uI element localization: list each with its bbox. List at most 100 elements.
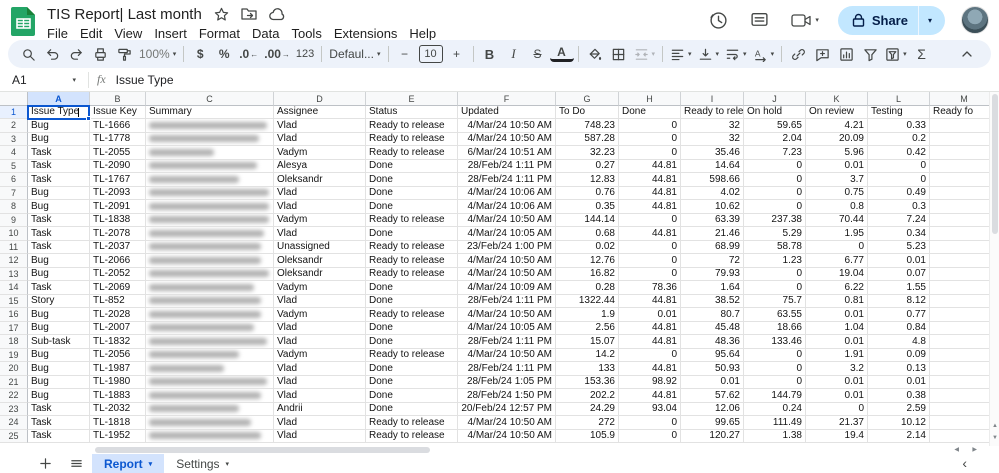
cell-C22[interactable] [146, 389, 274, 403]
cell-E14[interactable]: Done [366, 281, 458, 295]
col-header-G[interactable]: G [556, 92, 619, 106]
cell-G4[interactable]: 32.23 [556, 146, 619, 160]
col-header-B[interactable]: B [90, 92, 146, 106]
cell-G19[interactable]: 14.2 [556, 349, 619, 363]
sheet-tab-report[interactable]: Report▾ [92, 454, 164, 473]
cell-L12[interactable]: 0.01 [868, 254, 930, 268]
insert-link-icon[interactable] [786, 42, 810, 66]
vertical-align-icon[interactable]: ▾ [695, 42, 723, 66]
cell-J12[interactable]: 1.23 [744, 254, 806, 268]
cell-B22[interactable]: TL-1883 [90, 389, 146, 403]
col-header-A[interactable]: A [28, 92, 90, 106]
cell-B24[interactable]: TL-1818 [90, 416, 146, 430]
cell-J20[interactable]: 0 [744, 362, 806, 376]
cell-L19[interactable]: 0.09 [868, 349, 930, 363]
cell-J21[interactable]: 0 [744, 376, 806, 390]
cell-I16[interactable]: 80.7 [681, 308, 744, 322]
cell-G20[interactable]: 133 [556, 362, 619, 376]
cell-I2[interactable]: 32 [681, 119, 744, 133]
cell-H20[interactable]: 44.81 [619, 362, 681, 376]
cell-E18[interactable]: Done [366, 335, 458, 349]
text-rotation-icon[interactable]: A▾ [750, 42, 778, 66]
cell-A6[interactable]: Task [28, 173, 90, 187]
row-header-6[interactable]: 6 [0, 173, 28, 187]
font-selector[interactable]: Defaul...▾ [326, 42, 383, 66]
col-header-K[interactable]: K [806, 92, 868, 106]
sheet-tab-caret-icon[interactable]: ▾ [149, 460, 153, 468]
cell-G5[interactable]: 0.27 [556, 160, 619, 174]
cell-F7[interactable]: 4/Mar/24 10:06 AM [458, 187, 556, 201]
cell-E6[interactable]: Done [366, 173, 458, 187]
cell-D12[interactable]: Oleksandr [274, 254, 366, 268]
scroll-up-icon[interactable]: ▲ [990, 420, 999, 432]
cell-I19[interactable]: 95.64 [681, 349, 744, 363]
cell-F10[interactable]: 4/Mar/24 10:05 AM [458, 227, 556, 241]
create-filter-icon[interactable] [858, 42, 882, 66]
cell-K3[interactable]: 20.09 [806, 133, 868, 147]
cell-H22[interactable]: 44.81 [619, 389, 681, 403]
redo-icon[interactable] [64, 42, 88, 66]
cell-D22[interactable]: Vlad [274, 389, 366, 403]
cell-H13[interactable]: 0 [619, 268, 681, 282]
cell-G15[interactable]: 1322.44 [556, 295, 619, 309]
cell-E11[interactable]: Ready to release [366, 241, 458, 255]
row-header-5[interactable]: 5 [0, 160, 28, 174]
cell-K7[interactable]: 0.75 [806, 187, 868, 201]
cell-H6[interactable]: 44.81 [619, 173, 681, 187]
cell-D6[interactable]: Oleksandr [274, 173, 366, 187]
format-currency-icon[interactable]: $ [188, 42, 212, 66]
col-header-C[interactable]: C [146, 92, 274, 106]
sheets-logo-icon[interactable] [10, 6, 37, 36]
scroll-down-icon[interactable]: ▼ [990, 432, 999, 444]
cell-A19[interactable]: Bug [28, 349, 90, 363]
row-header-1[interactable]: 1 [0, 106, 28, 120]
cell-I21[interactable]: 0.01 [681, 376, 744, 390]
row-header-23[interactable]: 23 [0, 403, 28, 417]
cell-E15[interactable]: Done [366, 295, 458, 309]
cell-J9[interactable]: 237.38 [744, 214, 806, 228]
cell-C18[interactable] [146, 335, 274, 349]
text-color-button[interactable]: A [550, 47, 574, 62]
cell-G6[interactable]: 12.83 [556, 173, 619, 187]
cell-J6[interactable]: 0 [744, 173, 806, 187]
cell-H23[interactable]: 93.04 [619, 403, 681, 417]
cell-B11[interactable]: TL-2037 [90, 241, 146, 255]
cell-E12[interactable]: Ready to release [366, 254, 458, 268]
cell-L10[interactable]: 0.34 [868, 227, 930, 241]
cell-H16[interactable]: 0.01 [619, 308, 681, 322]
print-icon[interactable] [88, 42, 112, 66]
cell-B1[interactable]: Issue Key [90, 106, 146, 120]
horizontal-scrollbar-thumb[interactable] [95, 447, 430, 453]
cell-D19[interactable]: Vadym [274, 349, 366, 363]
cell-L3[interactable]: 0.2 [868, 133, 930, 147]
cell-J22[interactable]: 144.79 [744, 389, 806, 403]
cell-A8[interactable]: Bug [28, 200, 90, 214]
cell-A25[interactable]: Task [28, 430, 90, 444]
scroll-left-icon[interactable]: ◀ [954, 446, 959, 453]
cell-B25[interactable]: TL-1952 [90, 430, 146, 444]
cell-D1[interactable]: Assignee [274, 106, 366, 120]
row-header-12[interactable]: 12 [0, 254, 28, 268]
cell-I17[interactable]: 45.48 [681, 322, 744, 336]
cell-A2[interactable]: Bug [28, 119, 90, 133]
cell-C9[interactable] [146, 214, 274, 228]
cell-F11[interactable]: 23/Feb/24 1:00 PM [458, 241, 556, 255]
cell-C15[interactable] [146, 295, 274, 309]
cell-L25[interactable]: 2.14 [868, 430, 930, 444]
cell-K5[interactable]: 0.01 [806, 160, 868, 174]
cell-G13[interactable]: 16.82 [556, 268, 619, 282]
cell-D8[interactable]: Vlad [274, 200, 366, 214]
cell-D5[interactable]: Alesya [274, 160, 366, 174]
side-panel-collapse-icon[interactable]: ‹ [962, 454, 967, 473]
cell-D15[interactable]: Vlad [274, 295, 366, 309]
cell-E20[interactable]: Done [366, 362, 458, 376]
cell-C21[interactable] [146, 376, 274, 390]
cell-D11[interactable]: Unassigned [274, 241, 366, 255]
sheet-tab-caret-icon[interactable]: ▾ [226, 460, 230, 468]
cell-I3[interactable]: 32 [681, 133, 744, 147]
document-title[interactable]: TIS Report| Last month [47, 6, 202, 23]
cell-F19[interactable]: 4/Mar/24 10:50 AM [458, 349, 556, 363]
share-button[interactable]: Share ▾ [838, 6, 945, 35]
cell-I22[interactable]: 57.62 [681, 389, 744, 403]
cell-L16[interactable]: 0.77 [868, 308, 930, 322]
